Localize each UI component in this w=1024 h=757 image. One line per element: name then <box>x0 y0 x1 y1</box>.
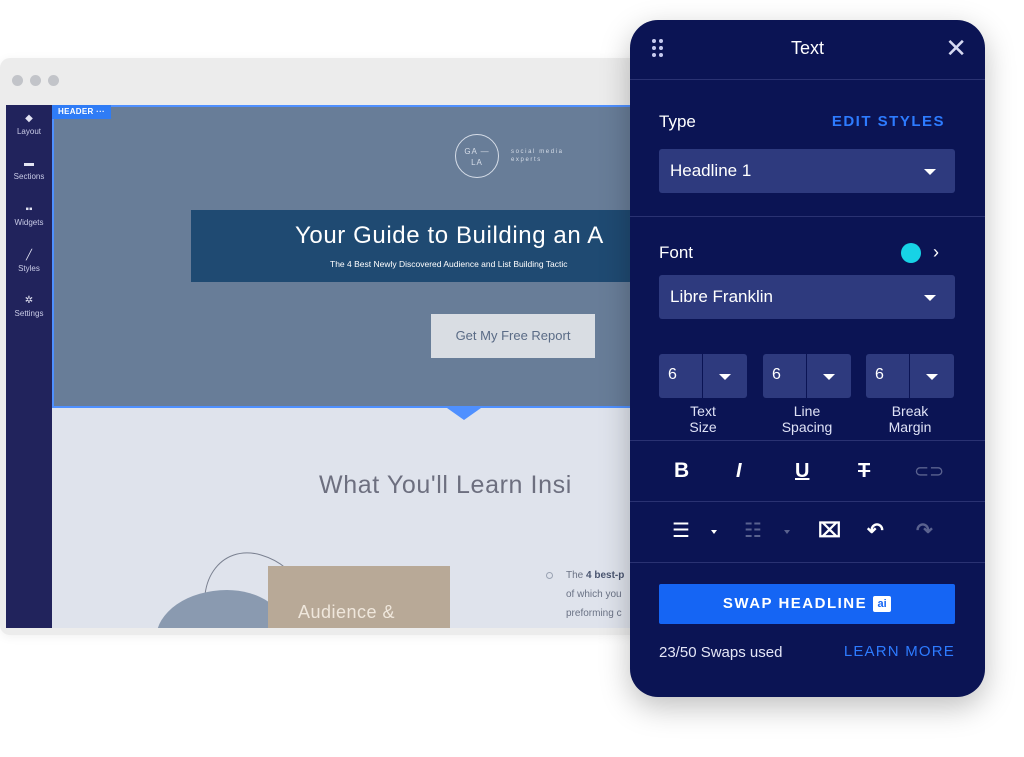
window-dot-maximize[interactable] <box>48 75 59 86</box>
font-select[interactable]: Libre Franklin <box>659 275 955 319</box>
sidebar-item-layout[interactable]: ◆ Layout <box>6 113 52 136</box>
logo-tagline-line-2: experts <box>511 157 542 163</box>
swap-headline-label: SWAP HEADLINE <box>722 595 868 612</box>
chevron-down-icon[interactable] <box>926 374 938 380</box>
redo-icon[interactable]: ↷ <box>916 519 933 543</box>
chevron-down-icon <box>924 295 936 301</box>
sections-icon: ▬ <box>24 158 34 169</box>
font-label: Font <box>659 243 694 262</box>
font-color-swatch[interactable] <box>901 243 921 263</box>
more-options-icon[interactable]: ··· <box>96 107 105 116</box>
swaps-used-counter: 23/50 Swaps used <box>659 644 783 661</box>
clear-format-icon[interactable]: ⌧ <box>818 519 841 543</box>
text-size-value: 6 <box>668 366 677 383</box>
break-margin-label: Break Margin <box>888 403 932 435</box>
logo-mark-top: GA — <box>464 147 490 156</box>
window-dot-minimize[interactable] <box>30 75 41 86</box>
font-select-value: Libre Franklin <box>670 287 773 306</box>
bullet-bold: 4 best-p <box>586 570 625 581</box>
type-select[interactable]: Headline 1 <box>659 149 955 193</box>
section-tag-label: HEADER <box>58 107 94 116</box>
logo-tagline-line-1: social media <box>511 149 564 155</box>
section-pointer-icon <box>447 408 481 420</box>
strikethrough-icon[interactable]: T <box>858 459 870 483</box>
underline-icon[interactable]: U <box>795 459 809 483</box>
layers-icon: ◆ <box>25 113 33 124</box>
book-cover-text: Audience & <box>298 602 396 622</box>
chevron-down-icon <box>924 169 936 175</box>
sidebar-item-sections[interactable]: ▬ Sections <box>6 158 52 181</box>
headline-band[interactable]: Your Guide to Building an A The 4 Best N… <box>191 210 660 282</box>
brand-logo: GA — LA <box>455 134 499 178</box>
line-spacing-stepper[interactable]: 6 <box>763 354 851 398</box>
sidebar-item-label: Settings <box>14 309 44 318</box>
italic-icon[interactable]: I <box>736 459 742 483</box>
editor-viewport: ◆ Layout ▬ Sections ▪▪ Widgets ╱ Styles … <box>6 105 660 628</box>
get-free-report-button[interactable]: Get My Free Report <box>431 314 595 358</box>
sidebar-item-settings[interactable]: ✲ Settings <box>6 295 52 318</box>
undo-icon[interactable]: ↶ <box>867 519 884 543</box>
text-settings-panel: Text ✕ Type EDIT STYLES Headline 1 Font … <box>630 20 985 697</box>
text-size-label: Text Size <box>689 403 717 435</box>
window-dot-close[interactable] <box>12 75 23 86</box>
hero-headline[interactable]: Your Guide to Building an A <box>295 222 604 250</box>
brush-icon: ╱ <box>25 250 33 261</box>
editor-sidebar: ◆ Layout ▬ Sections ▪▪ Widgets ╱ Styles … <box>6 105 52 628</box>
align-left-icon[interactable]: ☰ <box>672 519 690 543</box>
break-margin-value: 6 <box>875 366 884 383</box>
type-section: Type EDIT STYLES Headline 1 <box>630 80 985 217</box>
sidebar-item-widgets[interactable]: ▪▪ Widgets <box>6 204 52 227</box>
chevron-down-icon[interactable] <box>784 530 790 534</box>
learn-heading[interactable]: What You'll Learn Insi <box>319 471 572 500</box>
logo-tagline: social media experts <box>511 148 564 164</box>
bullet-line: of which you <box>566 589 622 600</box>
sidebar-item-label: Sections <box>13 172 45 181</box>
bold-icon[interactable]: B <box>674 459 689 483</box>
format-toolbar: B I U T ⊂⊃ <box>630 441 985 502</box>
bullet-text[interactable]: The 4 best-p of which you preforming c <box>566 566 624 623</box>
close-icon[interactable]: ✕ <box>945 35 967 61</box>
type-select-value: Headline 1 <box>670 161 752 180</box>
sidebar-item-label: Widgets <box>14 218 44 227</box>
header-section[interactable]: GA — LA social media experts Your Guide … <box>52 105 660 408</box>
bullet-icon <box>546 572 553 579</box>
book-cover-image[interactable]: Audience & <box>268 566 450 628</box>
ai-badge: ai <box>873 596 892 612</box>
link-icon[interactable]: ⊂⊃ <box>914 459 944 483</box>
alignment-toolbar: ☰ ☷ ⌧ ↶ ↷ <box>630 502 985 563</box>
window-controls <box>12 75 59 86</box>
hero-subheadline[interactable]: The 4 Best Newly Discovered Audience and… <box>330 259 568 269</box>
panel-header: Text ✕ <box>630 20 985 80</box>
section-tag-header[interactable]: HEADER ··· <box>52 105 112 119</box>
font-section: Font › Libre Franklin 6 6 6 Text Size Li… <box>630 217 985 441</box>
chevron-right-icon[interactable]: › <box>933 242 939 262</box>
logo-mark-bottom: LA <box>471 158 483 167</box>
list-icon[interactable]: ☷ <box>744 519 762 543</box>
widgets-icon: ▪▪ <box>25 204 33 215</box>
browser-window: ◆ Layout ▬ Sections ▪▪ Widgets ╱ Styles … <box>0 58 660 635</box>
gear-icon: ✲ <box>24 295 34 306</box>
sidebar-item-label: Styles <box>18 264 40 273</box>
chevron-down-icon[interactable] <box>711 530 717 534</box>
bullet-line: preforming c <box>566 608 622 619</box>
swap-headline-button[interactable]: SWAP HEADLINE ai <box>659 584 955 624</box>
sidebar-item-styles[interactable]: ╱ Styles <box>6 250 52 273</box>
learn-more-link[interactable]: LEARN MORE <box>844 643 955 660</box>
bullet-prefix: The <box>566 570 587 581</box>
line-spacing-label: Line Spacing <box>781 403 833 435</box>
chevron-down-icon[interactable] <box>823 374 835 380</box>
text-size-stepper[interactable]: 6 <box>659 354 747 398</box>
line-spacing-value: 6 <box>772 366 781 383</box>
chevron-down-icon[interactable] <box>719 374 731 380</box>
stage: ◆ Layout ▬ Sections ▪▪ Widgets ╱ Styles … <box>0 0 1024 757</box>
edit-styles-link[interactable]: EDIT STYLES <box>832 113 945 130</box>
break-margin-stepper[interactable]: 6 <box>866 354 954 398</box>
panel-title: Text <box>790 38 824 58</box>
sidebar-item-label: Layout <box>16 127 42 136</box>
type-label: Type <box>659 112 696 131</box>
